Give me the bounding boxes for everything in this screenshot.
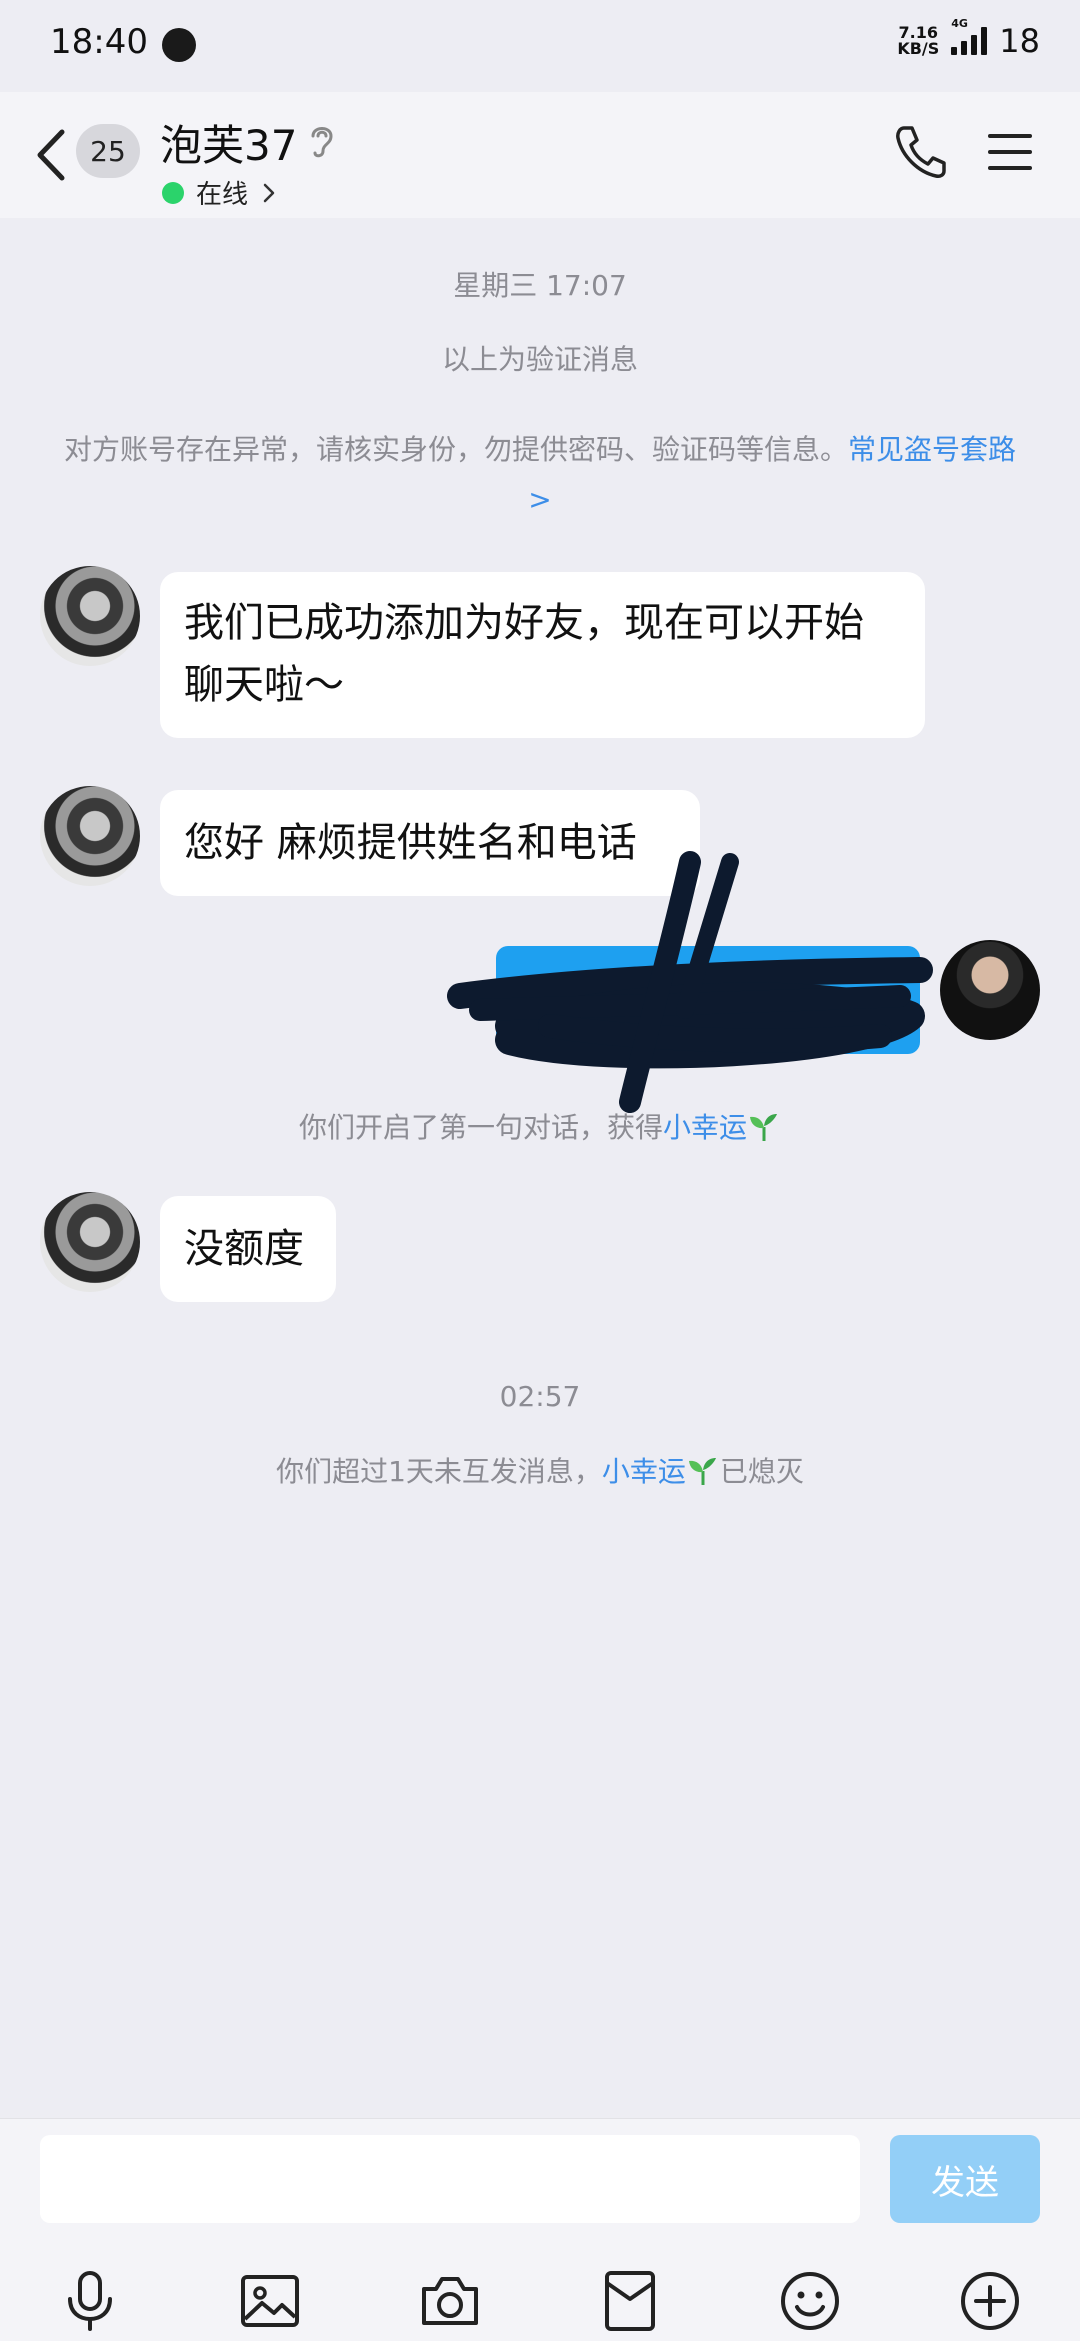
online-status[interactable]: 在线 (162, 174, 278, 211)
message-bubble-incoming[interactable]: 没额度 (160, 1196, 336, 1302)
image-icon[interactable] (238, 2269, 302, 2333)
sprout-icon (688, 1458, 716, 1485)
luck-note-first: 你们开启了第一句对话，获得小幸运 (60, 1106, 1020, 1146)
menu-icon[interactable] (986, 128, 1034, 176)
luck-link[interactable]: 小幸运 (602, 1455, 686, 1488)
contact-avatar[interactable] (40, 566, 140, 666)
input-bar: 发送 (0, 2118, 1080, 2341)
status-time: 18:40 (50, 22, 148, 62)
online-status-text: 在线 (196, 180, 249, 210)
luck-note-expired: 你们超过1天未互发消息，小幸运 已熄灭 (60, 1450, 1020, 1490)
message-input[interactable] (40, 2135, 860, 2223)
message-bubble-incoming[interactable]: 您好 麻烦提供姓名和电话 (160, 790, 700, 896)
luck-link[interactable]: 小幸运 (663, 1111, 747, 1144)
battery-level: 18 (999, 22, 1040, 60)
back-icon[interactable] (30, 122, 80, 188)
network-speed: 7.16 KB/S (897, 23, 940, 58)
my-avatar[interactable] (940, 940, 1040, 1040)
red-packet-icon[interactable] (598, 2269, 662, 2333)
plus-icon[interactable] (958, 2269, 1022, 2333)
luck-note-expired-suffix: 已熄灭 (719, 1455, 804, 1488)
verify-note: 以上为验证消息 (441, 343, 638, 376)
contact-avatar[interactable] (40, 786, 140, 886)
timestamp: 星期三 17:07 (453, 269, 627, 302)
signal-icon: 4G (951, 17, 988, 55)
send-button[interactable]: 发送 (890, 2135, 1040, 2223)
contact-name[interactable]: 泡芙37 (160, 112, 297, 173)
chat-header: 25 泡芙37 在线 (0, 92, 1080, 218)
sprout-icon (750, 1114, 778, 1141)
security-warning: 对方账号存在异常，请核实身份，勿提供密码、验证码等信息。常见盗号套路> (60, 425, 1020, 525)
phone-icon[interactable] (892, 122, 948, 182)
input-toolbar (0, 2269, 1080, 2339)
luck-note-expired-text: 你们超过1天未互发消息， (276, 1455, 602, 1488)
message-bubble-incoming[interactable]: 我们已成功添加为好友，现在可以开始聊天啦～ (160, 572, 925, 738)
status-bar: 18:40 7.16 KB/S 4G 18 (0, 0, 1080, 92)
ear-icon[interactable] (305, 120, 339, 160)
chevron-right-icon (263, 183, 275, 202)
security-warning-text: 对方账号存在异常，请核实身份，勿提供密码、验证码等信息。 (63, 433, 848, 466)
message-bubble-outgoing[interactable] (496, 946, 920, 1054)
emoji-icon[interactable] (778, 2269, 842, 2333)
status-indicators: 7.16 KB/S 4G 18 (897, 17, 1040, 60)
unread-count-badge[interactable]: 25 (76, 124, 140, 178)
contact-avatar[interactable] (40, 1192, 140, 1292)
camera-notch (162, 28, 196, 62)
luck-note-first-text: 你们开启了第一句对话，获得 (298, 1111, 663, 1144)
online-dot-icon (162, 181, 184, 204)
mic-icon[interactable] (58, 2269, 122, 2333)
camera-icon[interactable] (418, 2269, 482, 2333)
network-type: 4G (951, 17, 968, 30)
timestamp: 02:57 (499, 1380, 581, 1413)
